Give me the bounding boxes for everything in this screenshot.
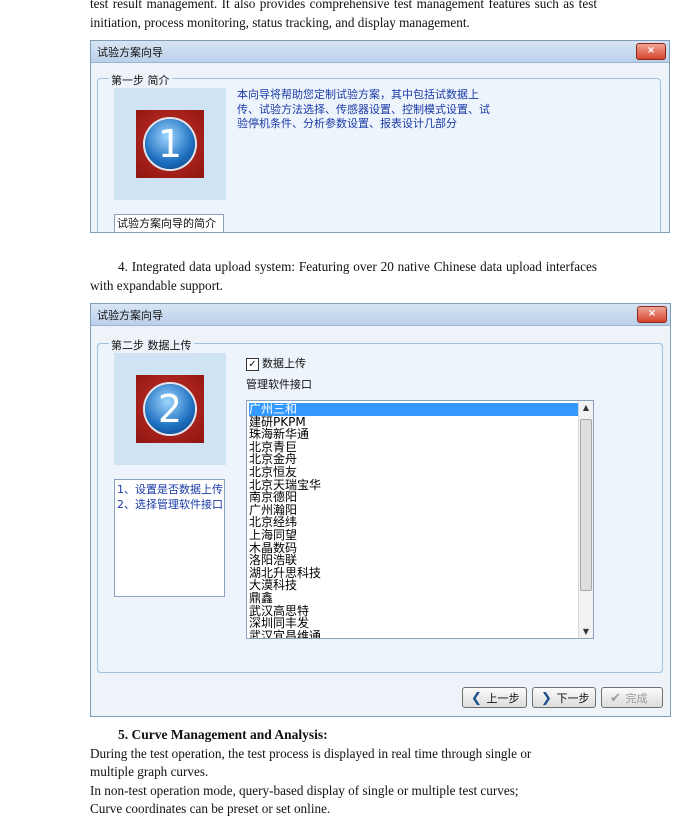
step-item: 2、选择管理软件接口 [117, 497, 223, 511]
interface-list-label: 管理软件接口 [246, 378, 312, 391]
chevron-right-icon: ❯ [541, 691, 552, 706]
list-item[interactable]: 鼎鑫 [249, 592, 273, 605]
close-icon[interactable]: × [636, 43, 666, 60]
step-two-icon: 2 [136, 375, 204, 443]
list-item[interactable]: 上海同望 [249, 529, 297, 542]
listbox-scrollbar[interactable]: ▲ ▼ [578, 401, 593, 638]
list-item[interactable]: 北京恒友 [249, 466, 297, 479]
step-group-label: 第一步 简介 [109, 72, 172, 88]
data-upload-label: 数据上传 [262, 357, 306, 370]
prev-button[interactable]: ❮ 上一步 [462, 687, 527, 708]
list-item[interactable]: 广州三和 [249, 403, 579, 416]
dialog-titlebar: 试验方案向导 × [91, 41, 669, 63]
step-image-panel: 2 [114, 353, 226, 465]
scroll-thumb[interactable] [580, 419, 592, 591]
dialog-titlebar: 试验方案向导 × [91, 304, 670, 326]
step-item: 1、设置是否数据上传 [117, 483, 223, 496]
wizard-dialog-step1: 试验方案向导 × 第一步 简介 1 本向导将帮助您定制试验方案，其中包括试数据上… [90, 40, 670, 233]
check-icon: ✔ [610, 691, 621, 706]
body-line: In non-test operation mode, query-based … [90, 783, 519, 798]
list-item[interactable]: 深圳同丰发 [249, 617, 309, 630]
body-line: Curve coordinates can be preset or set o… [90, 801, 331, 816]
scroll-up-icon[interactable]: ▲ [579, 403, 593, 412]
step-image-panel: 1 [114, 88, 226, 200]
step-group-label: 第二步 数据上传 [109, 337, 194, 353]
section-heading: 5. Curve Management and Analysis: [118, 727, 328, 742]
data-upload-checkbox[interactable]: ✓ [246, 358, 259, 371]
interface-listbox[interactable]: 广州三和 建研PKPM 珠海新华通 北京青巨 北京金舟 北京恒友 北京天瑞宝华 南京德阳 广州瀚… [246, 400, 594, 639]
list-item[interactable]: 珠海新华通 [249, 428, 309, 441]
finish-button[interactable]: ✔ 完成 [601, 687, 663, 708]
caption-box: 试验方案向导的简介 [114, 214, 224, 232]
chevron-left-icon: ❮ [471, 691, 482, 706]
upload-paragraph: 4. Integrated data upload system: Featur… [90, 259, 597, 293]
steps-list: 1、设置是否数据上传 2、选择管理软件接口 [114, 479, 225, 597]
list-item[interactable]: 洛阳浩联 [249, 554, 297, 567]
wizard-description: 本向导将帮助您定制试验方案，其中包括试数据上传、试验方法选择、传感器设置、控制模… [237, 88, 490, 130]
close-icon[interactable]: × [637, 306, 667, 323]
wizard-dialog-step2: 试验方案向导 × 第二步 数据上传 2 1、设置是否数据上传 2、选择管理软件接… [90, 303, 671, 717]
body-line: During the test operation, the test proc… [90, 746, 532, 761]
step-one-icon: 1 [136, 110, 204, 178]
body-line: multiple graph curves. [90, 764, 209, 779]
list-item[interactable]: 南京德阳 [249, 491, 297, 504]
dialog-title: 试验方案向导 [97, 309, 163, 322]
next-button[interactable]: ❯ 下一步 [532, 687, 596, 708]
list-item[interactable]: 武汉宜昌维通 [249, 630, 321, 638]
intro-paragraph: test result management. It also provides… [90, 0, 597, 30]
scroll-down-icon[interactable]: ▼ [579, 627, 593, 636]
dialog-title: 试验方案向导 [97, 46, 163, 59]
